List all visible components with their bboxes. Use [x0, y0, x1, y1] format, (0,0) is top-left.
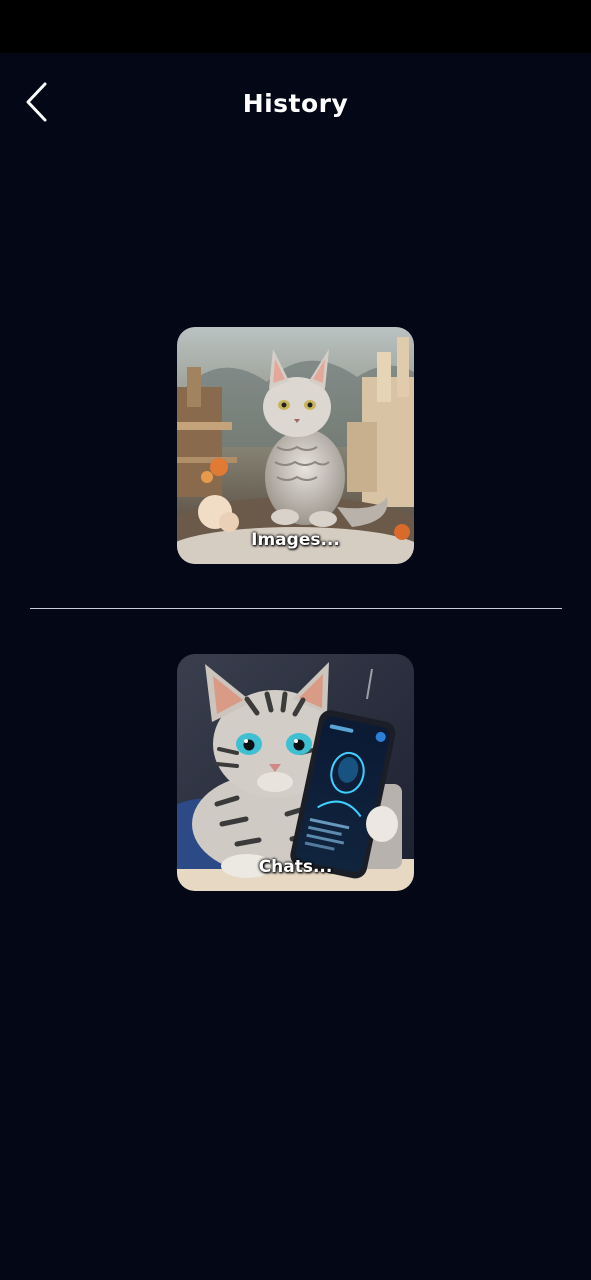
images-card-label: Images...	[251, 530, 340, 550]
images-card-thumbnail	[177, 327, 414, 564]
chats-card-thumbnail	[177, 654, 414, 891]
status-bar	[0, 0, 591, 53]
chats-card-label: Chats...	[258, 857, 333, 877]
page-title: History	[242, 89, 349, 118]
header: History	[0, 53, 591, 153]
chats-history-card[interactable]: Chats...	[177, 654, 414, 891]
divider	[30, 608, 562, 609]
images-history-card[interactable]: Images...	[177, 327, 414, 564]
